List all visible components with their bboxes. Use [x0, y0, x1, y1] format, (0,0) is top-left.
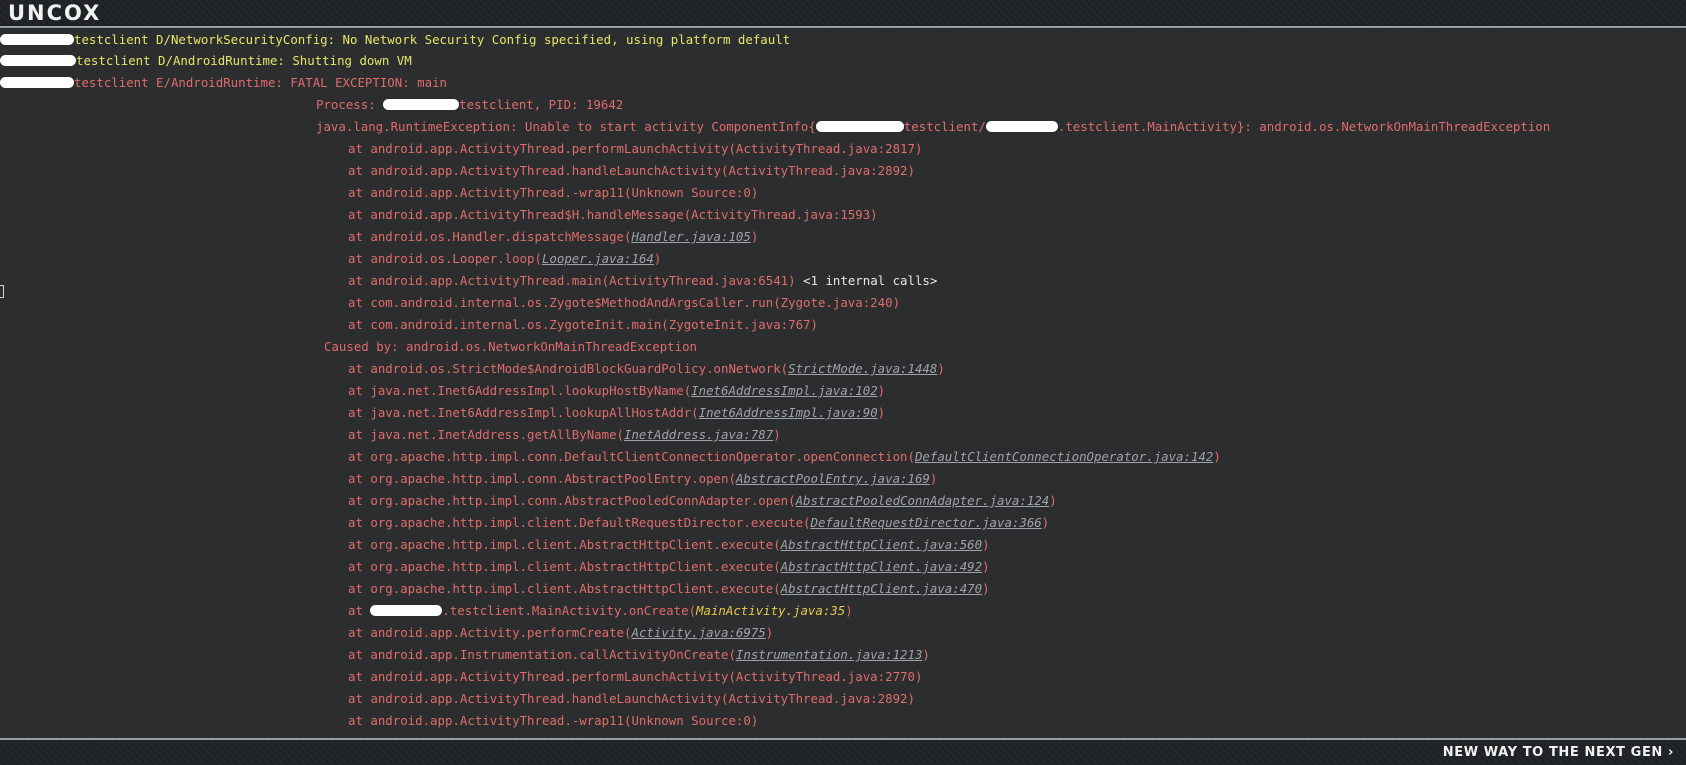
- stack-frame: at android.app.ActivityThread.handleLaun…: [348, 691, 915, 706]
- stack-frame: at android.app.ActivityThread.-wrap11(Un…: [348, 713, 759, 728]
- log-line: java.lang.RuntimeException: Unable to st…: [316, 119, 1551, 134]
- source-link[interactable]: Instrumentation.java:1213: [736, 647, 923, 662]
- source-link[interactable]: AbstractHttpClient.java:470: [781, 581, 982, 596]
- source-link[interactable]: InetAddress.java:787: [624, 427, 773, 442]
- caused-by-line: Caused by: android.os.NetworkOnMainThrea…: [324, 339, 697, 354]
- redacted-package: [370, 605, 443, 616]
- log-line: testclient D/NetworkSecurityConfig: No N…: [0, 32, 790, 48]
- stack-frame: at java.net.Inet6AddressImpl.lookupHostB…: [348, 383, 886, 398]
- source-link-highlighted[interactable]: MainActivity.java:35: [696, 603, 845, 618]
- stack-frame: at com.android.internal.os.Zygote$Method…: [348, 295, 901, 310]
- top-divider: [0, 26, 1686, 28]
- source-link[interactable]: Activity.java:6975: [631, 625, 765, 640]
- bottom-bar: NEW WAY TO THE NEXT GEN ›: [0, 740, 1686, 765]
- stack-frame: at org.apache.http.impl.conn.AbstractPoo…: [348, 493, 1057, 508]
- stack-frame: at android.os.Handler.dispatchMessage(Ha…: [348, 229, 759, 244]
- stack-frame: at org.apache.http.impl.client.AbstractH…: [348, 581, 990, 596]
- redacted-package: [985, 121, 1058, 132]
- stack-frame: at android.app.ActivityThread.main(Activ…: [348, 273, 938, 288]
- log-console[interactable]: testclient D/NetworkSecurityConfig: No N…: [0, 29, 1686, 739]
- redacted-package: [815, 121, 904, 132]
- stack-frame: at org.apache.http.impl.client.AbstractH…: [348, 537, 990, 552]
- source-link[interactable]: AbstractPoolEntry.java:169: [736, 471, 930, 486]
- source-link[interactable]: Looper.java:164: [542, 251, 654, 266]
- source-link[interactable]: StrictMode.java:1448: [788, 361, 937, 376]
- source-link[interactable]: Inet6AddressImpl.java:102: [691, 383, 878, 398]
- source-link[interactable]: DefaultRequestDirector.java:366: [811, 515, 1042, 530]
- stack-frame: at org.apache.http.impl.client.AbstractH…: [348, 559, 990, 574]
- log-line: testclient E/AndroidRuntime: FATAL EXCEP…: [0, 75, 447, 91]
- stack-frame: at org.apache.http.impl.client.DefaultRe…: [348, 515, 1050, 530]
- source-link[interactable]: Handler.java:105: [631, 229, 750, 244]
- source-link[interactable]: DefaultClientConnectionOperator.java:142: [915, 449, 1213, 464]
- log-line: Process: testclient, PID: 19642: [316, 97, 624, 112]
- stack-frame: at android.app.ActivityThread.performLau…: [348, 669, 923, 684]
- footer-tagline[interactable]: NEW WAY TO THE NEXT GEN ›: [1443, 745, 1674, 760]
- stack-frame: at android.os.StrictMode$AndroidBlockGua…: [348, 361, 945, 376]
- redacted-package: [0, 55, 76, 66]
- gutter-marker: [0, 285, 4, 298]
- uncox-logo: UNCOX: [8, 1, 102, 25]
- source-link[interactable]: AbstractHttpClient.java:560: [781, 537, 982, 552]
- stack-frame: at android.os.Looper.loop(Looper.java:16…: [348, 251, 662, 266]
- redacted-package: [383, 99, 460, 110]
- stack-frame: at android.app.ActivityThread$H.handleMe…: [348, 207, 878, 222]
- source-link[interactable]: AbstractPooledConnAdapter.java:124: [796, 493, 1050, 508]
- internal-calls-toggle[interactable]: <1 internal calls>: [803, 273, 937, 288]
- stack-frame: at java.net.InetAddress.getAllByName(Ine…: [348, 427, 781, 442]
- redacted-package: [0, 77, 74, 88]
- stack-frame: at com.android.internal.os.ZygoteInit.ma…: [348, 317, 818, 332]
- top-bar: UNCOX: [0, 0, 1686, 27]
- redacted-package: [0, 34, 74, 45]
- stack-frame: at org.apache.http.impl.conn.DefaultClie…: [348, 449, 1221, 464]
- stack-frame: at android.app.ActivityThread.handleLaun…: [348, 163, 915, 178]
- stack-frame: at android.app.Instrumentation.callActiv…: [348, 647, 930, 662]
- source-link[interactable]: Inet6AddressImpl.java:90: [699, 405, 878, 420]
- stack-frame: at org.apache.http.impl.conn.AbstractPoo…: [348, 471, 938, 486]
- stack-frame: at .testclient.MainActivity.onCreate(Mai…: [348, 603, 853, 618]
- stack-frame: at android.app.ActivityThread.-wrap11(Un…: [348, 185, 759, 200]
- source-link[interactable]: AbstractHttpClient.java:492: [781, 559, 982, 574]
- stack-frame: at android.app.Activity.performCreate(Ac…: [348, 625, 774, 640]
- log-line: testclient D/AndroidRuntime: Shutting do…: [0, 53, 412, 69]
- stack-frame: at java.net.Inet6AddressImpl.lookupAllHo…: [348, 405, 886, 420]
- stack-frame: at android.app.ActivityThread.performLau…: [348, 141, 923, 156]
